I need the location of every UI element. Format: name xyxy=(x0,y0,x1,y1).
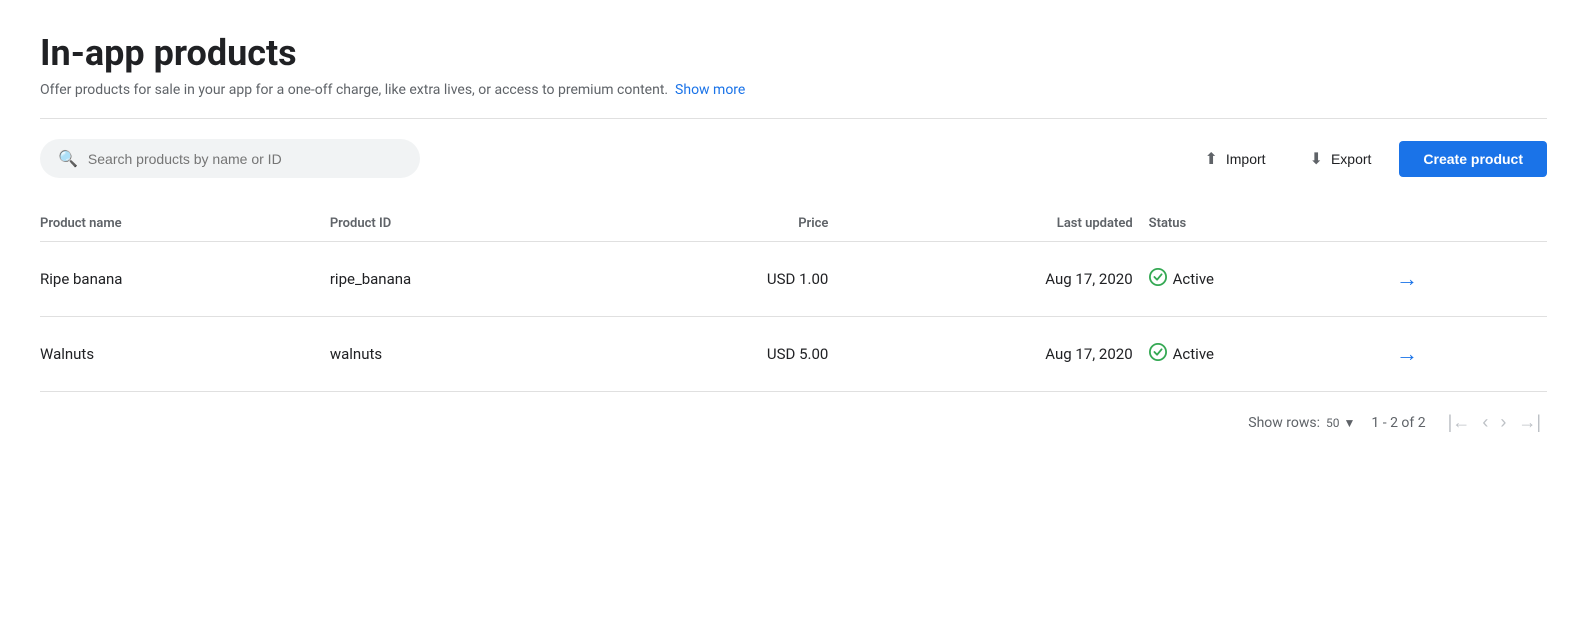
prev-page-button: ‹ xyxy=(1476,408,1494,437)
page-info: 1 - 2 of 2 xyxy=(1371,415,1425,431)
col-header-action xyxy=(1388,206,1547,242)
show-rows: Show rows: 50 ▼ xyxy=(1248,415,1355,431)
cell-last-updated: Aug 17, 2020 xyxy=(844,242,1148,317)
export-icon: ⬇ xyxy=(1310,149,1323,169)
last-page-button: →| xyxy=(1512,408,1547,437)
rows-select[interactable]: 50 ▼ xyxy=(1326,416,1355,430)
page-title: In-app products xyxy=(40,32,1547,74)
cell-arrow[interactable]: → xyxy=(1388,317,1547,392)
col-header-name: Product name xyxy=(40,206,330,242)
cell-product-name: Ripe banana xyxy=(40,242,330,317)
cell-product-id: ripe_banana xyxy=(330,242,617,317)
products-table: Product name Product ID Price Last updat… xyxy=(40,206,1547,392)
cell-arrow[interactable]: → xyxy=(1388,242,1547,317)
cell-status: Active xyxy=(1149,317,1388,392)
page-subtitle: Offer products for sale in your app for … xyxy=(40,82,1547,98)
col-header-status: Status xyxy=(1149,206,1388,242)
table-row: WalnutswalnutsUSD 5.00Aug 17, 2020 Active… xyxy=(40,317,1547,392)
import-icon: ⬆ xyxy=(1204,149,1217,169)
status-label: Active xyxy=(1173,345,1214,363)
row-navigate-button[interactable]: → xyxy=(1388,337,1426,371)
col-header-price: Price xyxy=(616,206,844,242)
table-header-row: Product name Product ID Price Last updat… xyxy=(40,206,1547,242)
cell-price: USD 5.00 xyxy=(616,317,844,392)
cell-status: Active xyxy=(1149,242,1388,317)
cell-product-id: walnuts xyxy=(330,317,617,392)
row-navigate-button[interactable]: → xyxy=(1388,262,1426,296)
first-page-button: |← xyxy=(1442,408,1477,437)
create-product-button[interactable]: Create product xyxy=(1399,141,1547,177)
active-status-icon xyxy=(1149,268,1167,290)
rows-dropdown-icon: ▼ xyxy=(1344,416,1356,430)
import-button[interactable]: ⬆ Import xyxy=(1188,141,1281,177)
toolbar: 🔍 ⬆ Import ⬇ Export Create product xyxy=(40,139,1547,178)
search-box[interactable]: 🔍 xyxy=(40,139,420,178)
export-button[interactable]: ⬇ Export xyxy=(1294,141,1388,177)
col-header-updated: Last updated xyxy=(844,206,1148,242)
divider xyxy=(40,118,1547,119)
cell-price: USD 1.00 xyxy=(616,242,844,317)
show-rows-label: Show rows: xyxy=(1248,415,1320,431)
active-status-icon xyxy=(1149,343,1167,365)
table-row: Ripe bananaripe_bananaUSD 1.00Aug 17, 20… xyxy=(40,242,1547,317)
pagination-row: Show rows: 50 ▼ 1 - 2 of 2 |← ‹ › →| xyxy=(40,392,1547,437)
page-container: In-app products Offer products for sale … xyxy=(0,0,1587,461)
cell-product-name: Walnuts xyxy=(40,317,330,392)
rows-value: 50 xyxy=(1326,416,1340,430)
show-more-link[interactable]: Show more xyxy=(675,82,745,98)
col-header-id: Product ID xyxy=(330,206,617,242)
search-icon: 🔍 xyxy=(58,149,78,168)
search-input[interactable] xyxy=(88,151,402,167)
page-nav: |← ‹ › →| xyxy=(1442,408,1547,437)
cell-last-updated: Aug 17, 2020 xyxy=(844,317,1148,392)
next-page-button: › xyxy=(1494,408,1512,437)
status-label: Active xyxy=(1173,270,1214,288)
